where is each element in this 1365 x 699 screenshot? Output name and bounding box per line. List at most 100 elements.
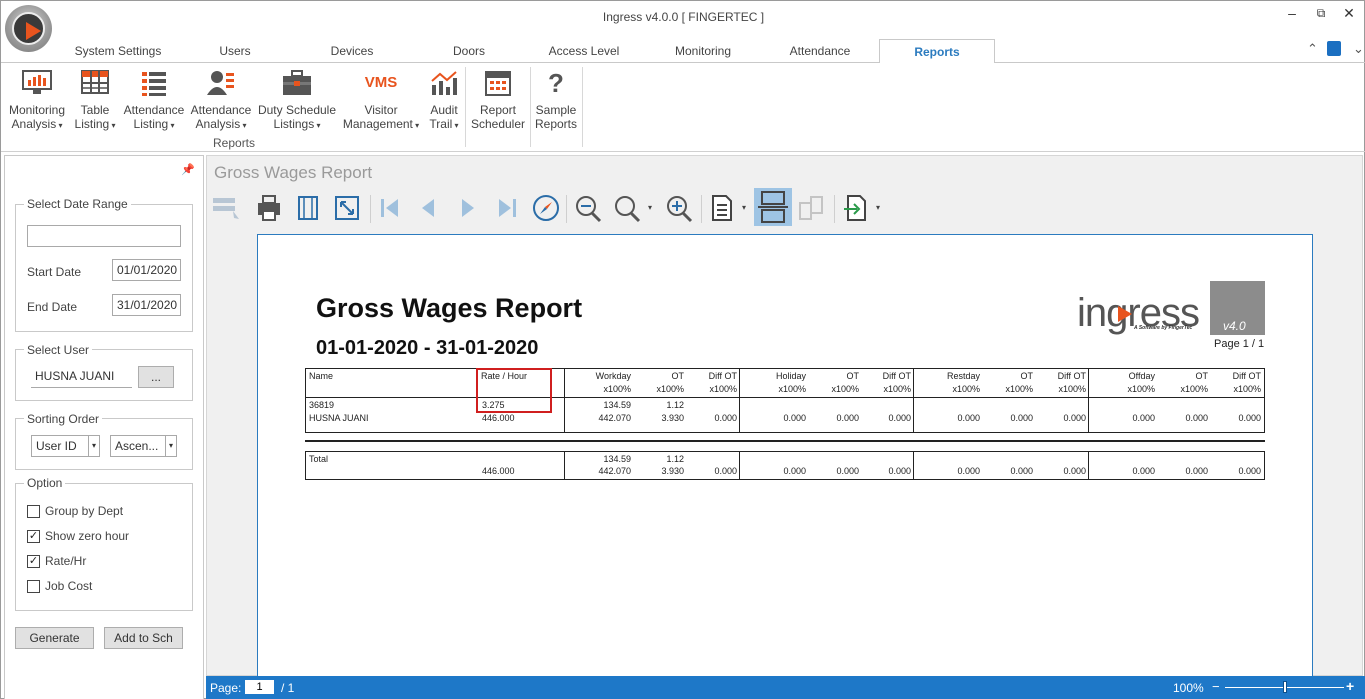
col-name-header: Name <box>309 371 334 381</box>
ribbon-label-line2: Management <box>342 117 413 131</box>
office-icon[interactable] <box>1327 41 1341 56</box>
tab-reports[interactable]: Reports <box>879 39 995 63</box>
ribbon-attendance-analysis-button[interactable]: Attendance Analysis ▾ <box>189 69 253 133</box>
row-user-name: HUSNA JUANI <box>309 413 369 423</box>
collapse-ribbon-icon[interactable]: ⌃ <box>1307 41 1318 57</box>
sort-field-select[interactable]: User ID ▾ <box>31 435 100 457</box>
monitor-chart-icon <box>22 69 52 97</box>
row-diff-ot: 0.000 <box>714 413 737 423</box>
minimize-button[interactable]: – <box>1282 4 1302 22</box>
zoom-in-icon[interactable] <box>665 193 693 223</box>
sort-direction-select[interactable]: Ascen... ▾ <box>110 435 177 457</box>
total-workday-amount: 442.070 <box>598 466 631 476</box>
col-restday-header: Restday <box>946 371 980 381</box>
vms-icon: VMS <box>364 74 398 91</box>
scale-icon[interactable] <box>333 193 361 223</box>
ribbon-label-line1: Attendance <box>123 103 185 117</box>
table-rule <box>305 451 1265 452</box>
chevron-down-icon: ▾ <box>88 436 99 456</box>
page-setup-icon[interactable] <box>294 193 322 223</box>
help-chevron-icon[interactable]: ⌄ <box>1353 41 1364 57</box>
ribbon-attendance-listing-button[interactable]: Attendance Listing ▾ <box>121 69 187 133</box>
browse-user-button[interactable]: ... <box>138 366 174 388</box>
checkbox-checked[interactable]: ✓ <box>27 530 40 543</box>
document-map-icon[interactable] <box>211 193 239 223</box>
ribbon-group-label: Reports <box>213 136 256 150</box>
generate-button[interactable]: Generate <box>15 627 94 649</box>
col-diffot-unit: x100% <box>709 384 737 394</box>
checkbox[interactable] <box>27 580 40 593</box>
table-rule <box>564 451 565 480</box>
row-holiday-diff: 0.000 <box>888 413 911 423</box>
zoom-slider-thumb[interactable] <box>1282 681 1287 693</box>
tab-doors[interactable]: Doors <box>441 44 497 58</box>
multi-page-icon[interactable] <box>797 193 825 223</box>
table-rule <box>305 440 1265 442</box>
col-ot-unit: x100% <box>656 384 684 394</box>
print-icon[interactable] <box>255 193 283 223</box>
tab-access-level[interactable]: Access Level <box>541 44 627 58</box>
ribbon-report-scheduler-button[interactable]: Report Scheduler <box>469 69 527 131</box>
total-ot-amount: 3.930 <box>661 466 684 476</box>
briefcase-icon <box>282 69 312 97</box>
restore-button[interactable]: ⧉ <box>1311 4 1331 22</box>
page-view-dropdown-icon[interactable]: ▾ <box>742 203 746 212</box>
app-window: Ingress v4.0.0 [ FINGERTEC ] – ⧉ ✕ ⌃ ⌄ S… <box>0 0 1365 699</box>
add-to-schedule-button[interactable]: Add to Sch <box>104 627 183 649</box>
viewer-title: Gross Wages Report <box>214 163 373 182</box>
zoom-icon[interactable] <box>613 193 641 223</box>
page-number-input[interactable]: 1 <box>245 680 274 694</box>
toolbar-separator <box>834 195 835 223</box>
tab-monitoring[interactable]: Monitoring <box>665 44 741 58</box>
ribbon-monitoring-analysis-button[interactable]: Monitoring Analysis ▾ <box>5 69 69 133</box>
checkbox-checked[interactable]: ✓ <box>27 555 40 568</box>
option-label-text: Show zero hour <box>45 529 130 543</box>
ribbon-audit-trail-button[interactable]: Audit Trail ▾ <box>425 69 463 133</box>
total-ot-hours: 1.12 <box>666 454 684 464</box>
tab-system-settings[interactable]: System Settings <box>71 44 165 58</box>
previous-page-icon[interactable] <box>414 193 442 223</box>
close-button[interactable]: ✕ <box>1339 4 1359 22</box>
zoom-in-button[interactable]: + <box>1346 678 1354 694</box>
last-page-icon[interactable] <box>493 193 521 223</box>
checkbox[interactable] <box>27 505 40 518</box>
page-label: Page: <box>210 681 242 695</box>
date-range-select[interactable] <box>27 225 181 247</box>
tab-attendance[interactable]: Attendance <box>781 44 859 58</box>
start-date-label: Start Date <box>27 265 82 279</box>
single-page-icon[interactable] <box>708 193 736 223</box>
ribbon-visitor-management-button[interactable]: VMS Visitor Management ▾ <box>341 69 421 133</box>
first-page-icon[interactable] <box>376 193 404 223</box>
tab-devices[interactable]: Devices <box>319 44 385 58</box>
col-ot-header: OT <box>671 371 685 381</box>
ribbon-sample-reports-button[interactable]: ? Sample Reports <box>533 69 579 131</box>
export-icon[interactable] <box>842 193 870 223</box>
zoom-dropdown-icon[interactable]: ▾ <box>648 203 652 212</box>
table-rule <box>1088 451 1089 480</box>
next-page-icon[interactable] <box>454 193 482 223</box>
zoom-out-button[interactable]: − <box>1212 679 1220 694</box>
ribbon-table-listing-button[interactable]: Table Listing ▾ <box>73 69 117 133</box>
ribbon-duty-schedule-listings-button[interactable]: Duty Schedule Listings ▾ <box>257 69 337 133</box>
report-date-range: 01-01-2020 - 31-01-2020 <box>316 337 539 359</box>
dropdown-arrow-icon: ▾ <box>412 121 420 130</box>
tab-users[interactable]: Users <box>206 44 264 58</box>
dropdown-arrow-icon: ▾ <box>314 121 321 130</box>
col-offday-ot-header: OT <box>1195 371 1209 381</box>
export-dropdown-icon[interactable]: ▾ <box>876 203 880 212</box>
start-date-field[interactable]: 01/01/2020 <box>112 259 181 281</box>
ribbon-label-line1: Table <box>80 103 110 117</box>
option-label-text: Rate/Hr <box>45 554 87 568</box>
col-offday-ot-unit: x100% <box>1180 384 1208 394</box>
brand-play-icon <box>1118 306 1132 322</box>
dropdown-arrow-icon: ▾ <box>452 121 459 130</box>
end-date-field[interactable]: 31/01/2020 <box>112 294 181 316</box>
total-holiday: 0.000 <box>783 466 806 476</box>
list-icon <box>139 69 169 97</box>
zoom-out-icon[interactable] <box>574 193 602 223</box>
user-field[interactable]: HUSNA JUANI <box>31 366 132 388</box>
navigate-compass-icon[interactable] <box>532 193 560 223</box>
pin-icon[interactable]: 📌 <box>181 163 195 176</box>
row-holiday: 0.000 <box>783 413 806 423</box>
continuous-view-icon[interactable] <box>754 188 792 226</box>
